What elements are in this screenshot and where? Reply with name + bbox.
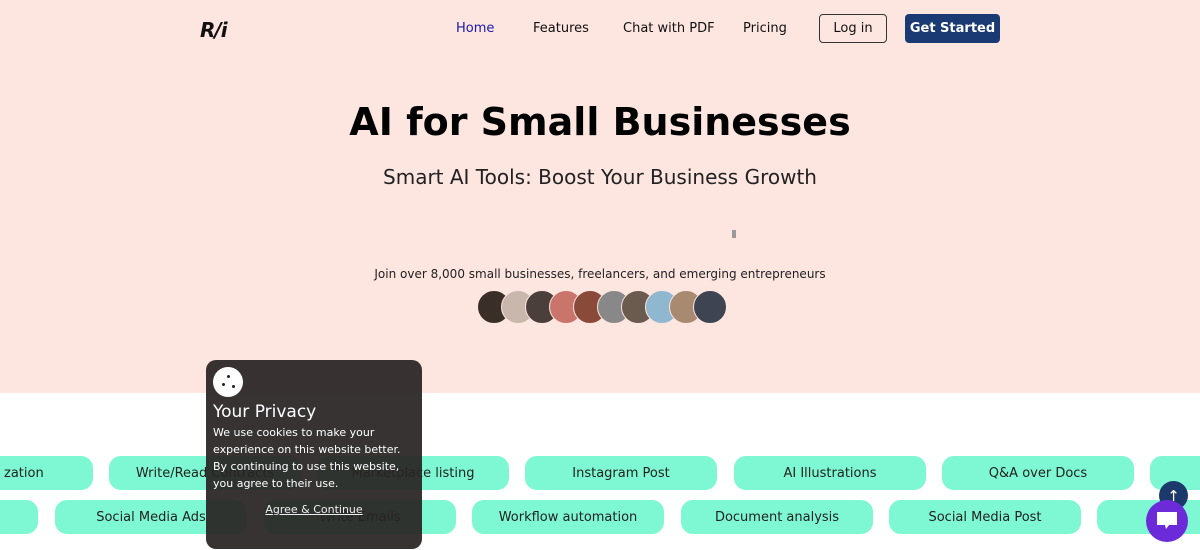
hero-title: AI for Small Businesses: [349, 100, 851, 144]
join-text: Join over 8,000 small businesses, freela…: [374, 267, 826, 281]
feature-pill[interactable]: Social Media Post: [889, 500, 1081, 534]
get-started-button[interactable]: Get Started: [905, 14, 1000, 43]
feature-pill[interactable]: Workflow automation: [472, 500, 664, 534]
login-button[interactable]: Log in: [819, 14, 887, 43]
feature-pill[interactable]: Document analysis: [681, 500, 873, 534]
avatar: [693, 290, 727, 324]
nav-features[interactable]: Features: [533, 21, 589, 36]
agree-continue-link[interactable]: Agree & Continue: [213, 503, 415, 516]
feature-pill[interactable]: zation: [0, 456, 93, 490]
chat-button[interactable]: [1146, 500, 1188, 542]
feature-pill[interactable]: Q&A over Docs: [942, 456, 1134, 490]
nav-chat-with-pdf[interactable]: Chat with PDF: [623, 21, 715, 36]
hero-subtitle: Smart AI Tools: Boost Your Business Grow…: [383, 165, 817, 189]
logo[interactable]: R/i: [200, 18, 228, 42]
cookie-consent-dialog: Your Privacy We use cookies to make your…: [206, 360, 422, 549]
feature-pill[interactable]: AI Illustrations: [734, 456, 926, 490]
cookie-title: Your Privacy: [213, 402, 317, 422]
nav-pricing[interactable]: Pricing: [743, 21, 787, 36]
cookie-icon: [213, 367, 243, 397]
typing-cursor: [732, 230, 736, 238]
feature-pill[interactable]: Instagram Post: [525, 456, 717, 490]
feature-pill[interactable]: [0, 500, 38, 534]
chat-bubble-icon: [1157, 512, 1177, 529]
cookie-text: We use cookies to make your experience o…: [213, 426, 401, 490]
nav-home[interactable]: Home: [456, 21, 494, 36]
hero-section: [0, 0, 1200, 393]
